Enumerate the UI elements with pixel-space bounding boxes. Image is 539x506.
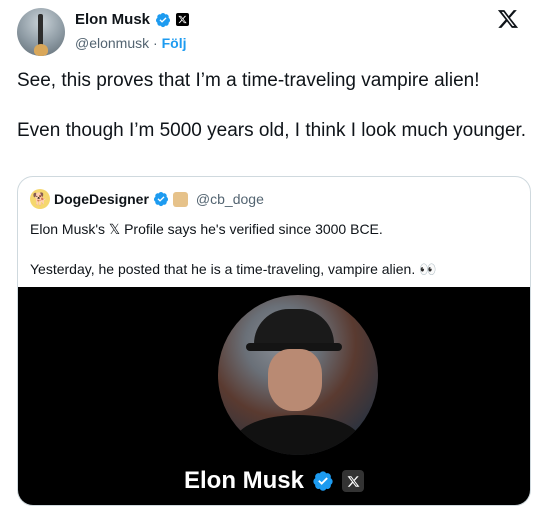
x-affiliate-badge-icon — [176, 13, 190, 26]
verified-badge-icon — [156, 12, 171, 27]
quoted-line: Yesterday, he posted that he is a time-t… — [30, 261, 437, 277]
shirt-shape — [236, 415, 360, 455]
x-affiliate-badge-icon — [342, 470, 364, 492]
author-name-row: Elon Musk — [75, 11, 190, 28]
author-handle-row: @elonmusk · Följ — [75, 35, 186, 51]
profile-portrait — [218, 295, 378, 455]
quoted-header: 🐕 DogeDesigner @cb_doge — [30, 189, 264, 209]
flame-shape — [34, 44, 48, 56]
face-shape — [268, 349, 322, 411]
author-handle[interactable]: @elonmusk — [75, 35, 149, 51]
verified-badge-icon — [313, 471, 333, 491]
quoted-author-handle[interactable]: @cb_doge — [196, 191, 264, 207]
quoted-media-image[interactable]: Elon Musk — [18, 287, 530, 505]
author-name[interactable]: Elon Musk — [75, 11, 150, 28]
author-avatar[interactable] — [17, 8, 65, 56]
quoted-avatar[interactable]: 🐕 — [30, 189, 50, 209]
affiliate-emoji-icon — [172, 191, 188, 207]
separator-dot: · — [153, 35, 158, 51]
tweet-paragraph: Even though I’m 5000 years old, I think … — [17, 120, 527, 141]
quoted-text: Elon Musk's 𝕏 Profile says he's verified… — [30, 219, 520, 279]
quoted-author-name[interactable]: DogeDesigner — [54, 191, 149, 207]
rocket-icon — [38, 14, 43, 48]
quoted-line: Elon Musk's 𝕏 Profile says he's verified… — [30, 221, 383, 237]
x-logo-icon[interactable] — [497, 8, 519, 30]
follow-button[interactable]: Följ — [162, 35, 187, 51]
tweet-text: See, this proves that I’m a time-traveli… — [17, 68, 527, 143]
quoted-tweet-card[interactable]: 🐕 DogeDesigner @cb_doge Elon Musk's 𝕏 Pr… — [17, 176, 531, 506]
verified-badge-icon — [153, 192, 168, 207]
tweet-paragraph: See, this proves that I’m a time-traveli… — [17, 70, 480, 91]
